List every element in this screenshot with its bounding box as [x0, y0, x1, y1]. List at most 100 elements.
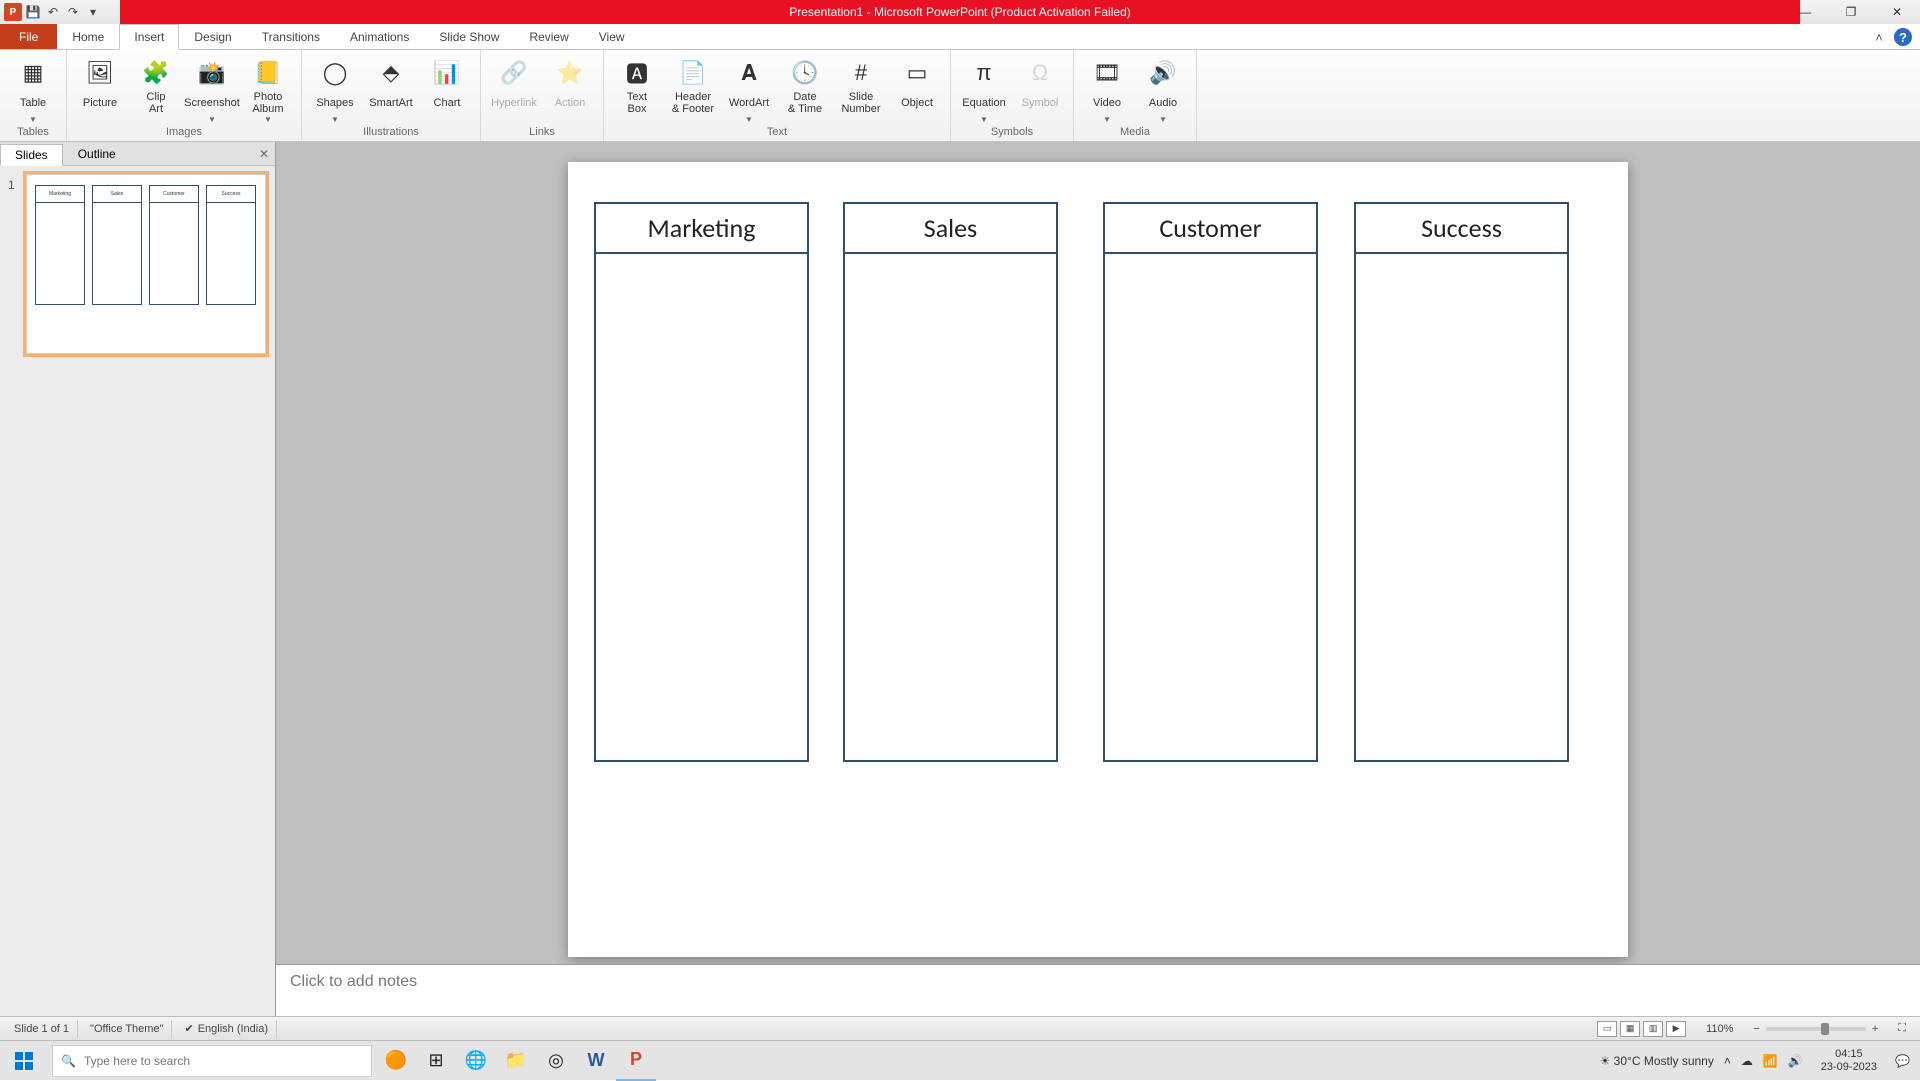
ribbon-header-footer[interactable]: 📄Header & Footer: [666, 52, 720, 116]
tray-wifi-icon[interactable]: 📶: [1763, 1054, 1778, 1068]
taskbar-edge[interactable]: 🌐: [456, 1041, 496, 1081]
column-shape-marketing[interactable]: Marketing: [594, 202, 809, 762]
date-time-icon: 🕓: [789, 57, 821, 89]
taskbar-search[interactable]: 🔍 Type here to search: [52, 1045, 372, 1077]
taskbar: 🔍 Type here to search 🟠 ⊞ 🌐 📁 ◎ W P ☀ 30…: [0, 1040, 1920, 1080]
column-header-marketing[interactable]: Marketing: [596, 204, 807, 254]
close-button[interactable]: ✕: [1874, 0, 1920, 24]
photo-album-icon: 📒: [252, 57, 284, 89]
taskbar-clock[interactable]: 04:15 23-09-2023: [1813, 1048, 1885, 1074]
ribbon-smartart[interactable]: ⬘SmartArt: [364, 52, 418, 116]
group-label-media: Media: [1080, 125, 1190, 141]
window-controls: — ❐ ✕: [1782, 0, 1920, 24]
smartart-label: SmartArt: [369, 91, 412, 115]
slide[interactable]: Marketing Sales Customer Success: [568, 162, 1628, 957]
ribbon-equation[interactable]: πEquation▼: [957, 52, 1011, 125]
column-header-sales[interactable]: Sales: [845, 204, 1056, 254]
tab-transitions[interactable]: Transitions: [247, 24, 335, 49]
thumbnail-row: 1 MarketingSalesCustomerSuccess: [8, 174, 267, 354]
notes-pane[interactable]: Click to add notes: [276, 964, 1920, 1016]
view-slideshow[interactable]: ▶: [1666, 1021, 1686, 1037]
slide-panel-tab-outline[interactable]: Outline: [63, 143, 131, 165]
ribbon-chart[interactable]: 📊Chart: [420, 52, 474, 116]
tab-view[interactable]: View: [584, 24, 640, 49]
slide-canvas-area[interactable]: Marketing Sales Customer Success: [276, 142, 1920, 964]
tray-volume-icon[interactable]: 🔊: [1788, 1054, 1803, 1068]
ribbon-video[interactable]: 🎞Video▼: [1080, 52, 1134, 125]
weather-widget[interactable]: ☀ 30°C Mostly sunny: [1600, 1054, 1714, 1068]
minimize-button[interactable]: —: [1782, 0, 1828, 24]
chart-icon: 📊: [431, 57, 463, 89]
ribbon-textbox[interactable]: 🅰Text Box: [610, 52, 664, 116]
view-reading[interactable]: ▥: [1643, 1021, 1663, 1037]
ribbon-group-tables: ▦Table▼Tables: [0, 50, 67, 141]
column-shape-sales[interactable]: Sales: [843, 202, 1058, 762]
audio-label: Audio: [1149, 91, 1177, 115]
thumbnail-number: 1: [8, 174, 20, 354]
ribbon-minimize-icon[interactable]: ˄: [1870, 28, 1888, 46]
slide-thumbnail-1[interactable]: MarketingSalesCustomerSuccess: [26, 174, 266, 354]
zoom-level[interactable]: 110%: [1698, 1020, 1741, 1038]
ribbon-clipart[interactable]: 🧩Clip Art: [129, 52, 183, 116]
tab-insert[interactable]: Insert: [119, 24, 179, 50]
taskbar-chrome[interactable]: ◎: [536, 1041, 576, 1081]
ribbon-photo-album[interactable]: 📒Photo Album▼: [241, 52, 295, 125]
ribbon-screenshot[interactable]: 📸Screenshot▼: [185, 52, 239, 125]
smartart-icon: ⬘: [375, 57, 407, 89]
ribbon-table[interactable]: ▦Table▼: [6, 52, 60, 125]
redo-button[interactable]: ↷: [64, 3, 82, 21]
symbol-label: Symbol: [1022, 91, 1059, 115]
ribbon-audio[interactable]: 🔊Audio▼: [1136, 52, 1190, 125]
zoom-out-icon[interactable]: −: [1753, 1023, 1759, 1035]
group-label-links: Links: [487, 125, 597, 141]
tab-slide-show[interactable]: Slide Show: [424, 24, 514, 49]
ribbon-date-time[interactable]: 🕓Date & Time: [778, 52, 832, 116]
taskbar-app-circle[interactable]: 🟠: [376, 1041, 416, 1081]
status-language[interactable]: ✔ English (India): [176, 1020, 277, 1038]
slide-panel-tabs: SlidesOutline ✕: [0, 142, 275, 166]
qat-customize[interactable]: ▾: [84, 3, 102, 21]
taskbar-word[interactable]: W: [576, 1041, 616, 1081]
task-view-icon[interactable]: ⊞: [416, 1041, 456, 1081]
zoom-slider[interactable]: − +: [1745, 1020, 1886, 1038]
ribbon-shapes[interactable]: ◯Shapes▼: [308, 52, 362, 125]
ribbon-slide-number[interactable]: #Slide Number: [834, 52, 888, 116]
tray-onedrive-icon[interactable]: ☁: [1741, 1054, 1753, 1068]
taskbar-powerpoint[interactable]: P: [616, 1041, 656, 1081]
zoom-in-icon[interactable]: +: [1872, 1023, 1878, 1035]
group-label-symbols: Symbols: [957, 125, 1067, 141]
tab-design[interactable]: Design: [179, 24, 246, 49]
tray-chevron-icon[interactable]: ˄: [1724, 1054, 1731, 1068]
column-header-customer[interactable]: Customer: [1105, 204, 1316, 254]
taskbar-explorer[interactable]: 📁: [496, 1041, 536, 1081]
slide-thumbnails[interactable]: 1 MarketingSalesCustomerSuccess: [0, 166, 275, 1016]
view-buttons: ▭ ▦ ▥ ▶: [1589, 1020, 1694, 1038]
object-icon: ▭: [901, 57, 933, 89]
status-language-label: English (India): [198, 1023, 268, 1035]
ribbon-picture[interactable]: 🖼Picture: [73, 52, 127, 116]
ribbon-wordart[interactable]: 𝐀WordArt▼: [722, 52, 776, 125]
fit-to-window[interactable]: ⛶: [1890, 1020, 1914, 1038]
slide-panel: SlidesOutline ✕ 1 MarketingSalesCustomerS…: [0, 142, 276, 1016]
column-shape-customer[interactable]: Customer: [1103, 202, 1318, 762]
slide-panel-tab-slides[interactable]: Slides: [0, 144, 63, 166]
ribbon-object[interactable]: ▭Object: [890, 52, 944, 116]
column-shape-success[interactable]: Success: [1354, 202, 1569, 762]
tray-notifications-icon[interactable]: 💬: [1895, 1054, 1910, 1068]
column-header-success[interactable]: Success: [1356, 204, 1567, 254]
tab-review[interactable]: Review: [514, 24, 583, 49]
maximize-button[interactable]: ❐: [1828, 0, 1874, 24]
slide-panel-close[interactable]: ✕: [259, 147, 269, 161]
save-button[interactable]: 💾: [24, 3, 42, 21]
tab-home[interactable]: Home: [57, 24, 119, 49]
tab-animations[interactable]: Animations: [335, 24, 424, 49]
equation-dropdown-icon: ▼: [980, 115, 988, 124]
view-sorter[interactable]: ▦: [1620, 1021, 1640, 1037]
tab-file[interactable]: File: [0, 24, 57, 49]
date-time-label: Date & Time: [788, 91, 822, 115]
help-icon[interactable]: ?: [1894, 28, 1912, 46]
view-normal[interactable]: ▭: [1597, 1021, 1617, 1037]
start-button[interactable]: [0, 1041, 48, 1081]
zoom-track[interactable]: [1766, 1027, 1866, 1031]
undo-button[interactable]: ↶: [44, 3, 62, 21]
